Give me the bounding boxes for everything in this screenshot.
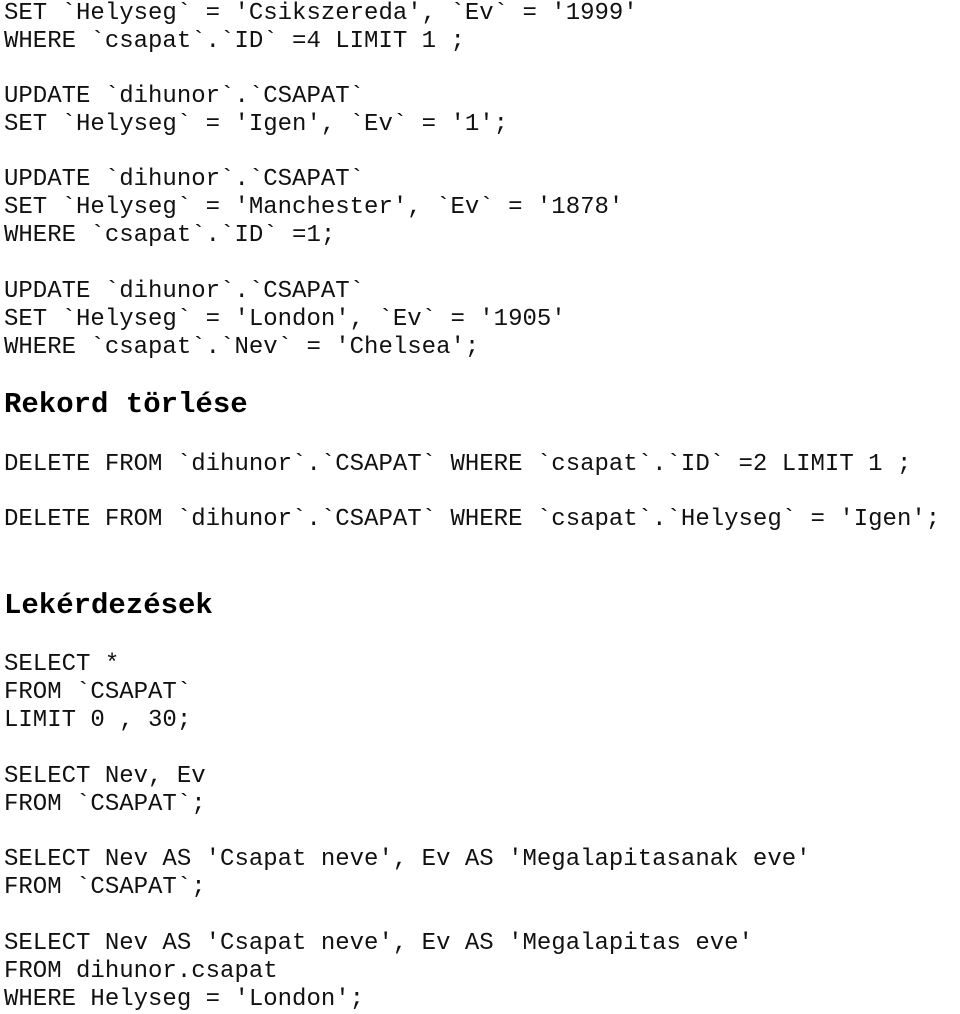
code-line: SET `Helyseg` = 'Csikszereda', `Ev` = '1… (4, 0, 638, 27)
code-line: SELECT * (4, 651, 120, 678)
code-line: WHERE `csapat`.`Nev` = 'Chelsea'; (4, 334, 480, 361)
code-line: WHERE Helyseg = 'London'; (4, 986, 365, 1013)
code-line: WHERE `csapat`.`ID` =1; (4, 222, 336, 249)
code-line: UPDATE `dihunor`.`CSAPAT` (4, 166, 365, 193)
code-line: UPDATE `dihunor`.`CSAPAT` (4, 278, 365, 305)
code-line: DELETE FROM `dihunor`.`CSAPAT` WHERE `cs… (4, 451, 912, 478)
code-line: SET `Helyseg` = 'Manchester', `Ev` = '18… (4, 194, 624, 221)
code-line: SELECT Nev, Ev (4, 763, 206, 790)
code-line: SELECT Nev AS 'Csapat neve', Ev AS 'Mega… (4, 930, 753, 957)
code-line: SET `Helyseg` = 'Igen', `Ev` = '1'; (4, 111, 509, 138)
code-line: FROM `CSAPAT`; (4, 791, 206, 818)
code-line: DELETE FROM `dihunor`.`CSAPAT` WHERE `cs… (4, 506, 941, 533)
code-line: SELECT Nev AS 'Csapat neve', Ev AS 'Mega… (4, 846, 811, 873)
code-line: UPDATE `dihunor`.`CSAPAT` (4, 83, 365, 110)
code-line: FROM `CSAPAT` (4, 679, 192, 706)
code-line: WHERE `csapat`.`ID` =4 LIMIT 1 ; (4, 28, 465, 55)
section-heading-delete: Rekord törlése (4, 388, 248, 421)
code-line: FROM dihunor.csapat (4, 958, 278, 985)
code-line: LIMIT 0 , 30; (4, 707, 192, 734)
code-line: FROM `CSAPAT`; (4, 874, 206, 901)
section-heading-queries: Lekérdezések (4, 589, 213, 622)
code-line: SET `Helyseg` = 'London', `Ev` = '1905' (4, 306, 566, 333)
